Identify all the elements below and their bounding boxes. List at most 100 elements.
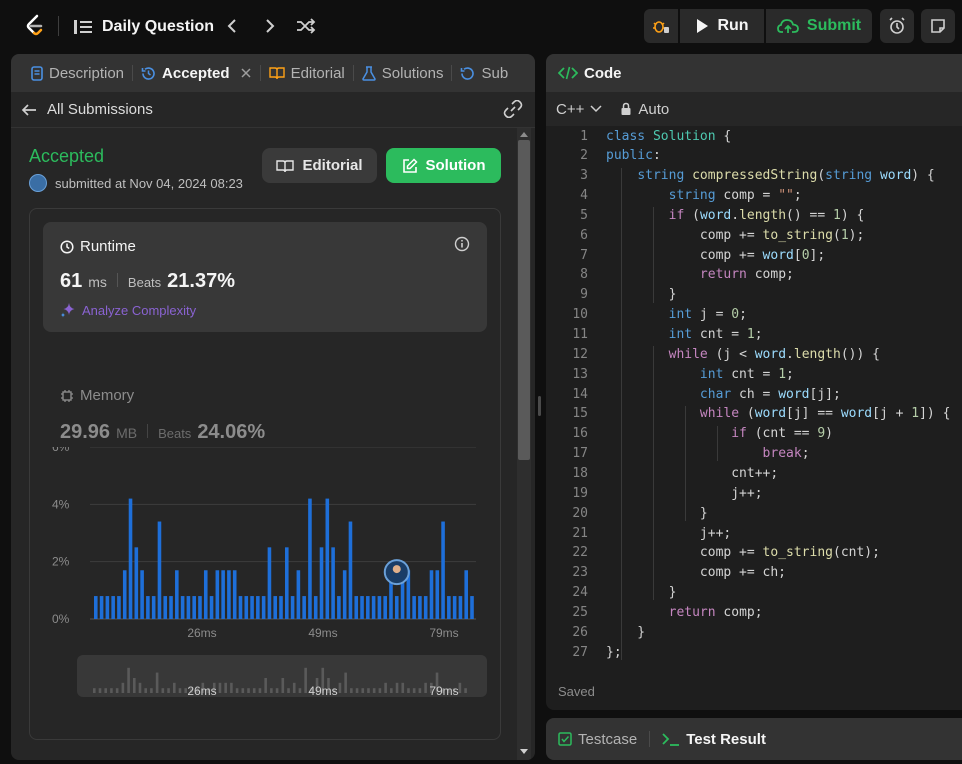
avatar[interactable] bbox=[29, 174, 47, 192]
code-line[interactable]: 1 class Solution { bbox=[546, 126, 962, 146]
memory-title[interactable]: Memory bbox=[60, 387, 134, 404]
run-button[interactable]: Run bbox=[680, 9, 764, 43]
code-line[interactable]: 5 if (word.length() == 1) { bbox=[546, 205, 962, 225]
leetcode-logo[interactable] bbox=[22, 13, 48, 39]
code-line[interactable]: 17 break; bbox=[546, 444, 962, 464]
code-line[interactable]: 7 comp += word[0]; bbox=[546, 245, 962, 265]
code-line[interactable]: 20 } bbox=[546, 503, 962, 523]
navigator-bar bbox=[235, 688, 239, 693]
navigator-bar bbox=[401, 682, 405, 693]
memory-value: 29.96 bbox=[60, 421, 111, 443]
code-text: cnt++; bbox=[606, 465, 779, 481]
tab-label: Editorial bbox=[290, 64, 345, 82]
scrollbar[interactable] bbox=[517, 128, 531, 760]
runtime-values: 61 ms Beats 21.37% bbox=[60, 270, 235, 293]
code-line[interactable]: 4 string comp = ""; bbox=[546, 186, 962, 206]
tab-testcase[interactable]: Testcase bbox=[578, 731, 637, 748]
tab-test-result[interactable]: Test Result bbox=[686, 731, 766, 748]
editor-toolbar: C++ Auto bbox=[546, 92, 962, 126]
code-line[interactable]: 16 if (cnt == 9) bbox=[546, 424, 962, 444]
chart-bar bbox=[302, 596, 306, 619]
scroll-down-icon[interactable] bbox=[519, 748, 529, 756]
chart-bar bbox=[221, 570, 225, 619]
code-line[interactable]: 23 comp += ch; bbox=[546, 563, 962, 583]
alarm-clock-icon bbox=[889, 17, 905, 34]
chevron-down-icon[interactable] bbox=[590, 105, 602, 113]
chart-bar bbox=[238, 596, 243, 619]
random-question-button[interactable] bbox=[294, 14, 318, 38]
code-text: if (cnt == 9) bbox=[731, 426, 833, 442]
run-submit-group: Run Submit bbox=[644, 9, 872, 43]
code-line[interactable]: 2 public: bbox=[546, 146, 962, 166]
code-text: }; bbox=[606, 644, 622, 660]
tab-description[interactable]: Description bbox=[25, 54, 130, 92]
runtime-distribution-chart[interactable]: 6% 4% 2% 0% 26ms 49ms 79ms 26ms 49ms 79ms bbox=[30, 447, 500, 737]
code-line[interactable]: 18 cnt++; bbox=[546, 463, 962, 483]
scrollbar-thumb[interactable] bbox=[518, 140, 530, 460]
chart-bar bbox=[151, 596, 156, 619]
code-line[interactable]: 8 return comp; bbox=[546, 265, 962, 285]
notes-button[interactable] bbox=[921, 9, 955, 43]
history-icon bbox=[141, 66, 155, 80]
debug-button[interactable] bbox=[644, 9, 678, 43]
edit-icon bbox=[402, 157, 418, 173]
scroll-up-icon[interactable] bbox=[519, 130, 529, 138]
tab-accepted[interactable]: Accepted bbox=[135, 54, 258, 92]
tab-solutions[interactable]: Solutions bbox=[356, 54, 450, 92]
code-line[interactable]: 19 j++; bbox=[546, 483, 962, 503]
analyze-complexity-button[interactable]: Analyze Complexity bbox=[60, 302, 196, 318]
code-line[interactable]: 12 while (j < word.length()) { bbox=[546, 344, 962, 364]
solution-button[interactable]: Solution bbox=[386, 148, 501, 183]
code-line[interactable]: 9 } bbox=[546, 285, 962, 305]
runtime-card[interactable]: Runtime 61 ms Beats 21.37% Analyze Compl… bbox=[43, 222, 487, 332]
navigator-bar bbox=[275, 688, 279, 693]
auto-mode[interactable]: Auto bbox=[638, 101, 669, 118]
chart-bar bbox=[105, 596, 110, 619]
code-line[interactable]: 10 int j = 0; bbox=[546, 305, 962, 325]
line-number: 27 bbox=[572, 644, 588, 660]
navigator-bar bbox=[378, 688, 382, 693]
next-question-button[interactable] bbox=[258, 14, 282, 38]
tab-editorial[interactable]: Editorial bbox=[263, 54, 351, 92]
submit-button[interactable]: Submit bbox=[766, 9, 872, 43]
info-icon[interactable] bbox=[454, 236, 470, 252]
code-line[interactable]: 21 j++; bbox=[546, 523, 962, 543]
link-icon[interactable] bbox=[503, 100, 523, 118]
code-line[interactable]: 27}; bbox=[546, 642, 962, 662]
editorial-button[interactable]: Editorial bbox=[262, 148, 377, 183]
arrow-left-icon[interactable] bbox=[21, 103, 37, 117]
code-line[interactable]: 22 comp += to_string(cnt); bbox=[546, 543, 962, 563]
panel-resize-handle[interactable] bbox=[538, 396, 541, 416]
chart-bar bbox=[186, 596, 191, 619]
prev-question-button[interactable] bbox=[220, 14, 244, 38]
code-line[interactable]: 14 char ch = word[j]; bbox=[546, 384, 962, 404]
code-text: char ch = word[j]; bbox=[699, 386, 841, 402]
navigator-bar bbox=[172, 682, 176, 693]
code-editor[interactable]: 1 class Solution {2 public: 3 string compre… bbox=[546, 126, 962, 680]
language-select[interactable]: C++ bbox=[556, 101, 584, 118]
navigator-bar bbox=[292, 682, 296, 693]
problem-list-button[interactable]: Daily Question bbox=[74, 14, 214, 40]
tab-submissions[interactable]: Sub bbox=[454, 54, 514, 92]
code-line[interactable]: 15 while (word[j] == word[j + 1]) { bbox=[546, 404, 962, 424]
indent-guide bbox=[653, 207, 654, 303]
x-tick-label: 26ms bbox=[187, 626, 216, 640]
code-line[interactable]: 24 } bbox=[546, 583, 962, 603]
code-text: int j = 0; bbox=[668, 307, 747, 323]
navigator-bar bbox=[367, 688, 370, 693]
line-number: 2 bbox=[580, 148, 588, 164]
close-icon[interactable] bbox=[240, 67, 252, 79]
all-submissions-link[interactable]: All Submissions bbox=[47, 101, 153, 118]
line-number: 25 bbox=[572, 604, 588, 620]
left-panel: Description Accepted Editorial Solutions… bbox=[11, 54, 535, 760]
navigator-bar bbox=[252, 688, 256, 693]
code-line[interactable]: 3 string compressedString(string word) { bbox=[546, 166, 962, 186]
code-line[interactable]: 25 return comp; bbox=[546, 602, 962, 622]
tab-bar: Description Accepted Editorial Solutions… bbox=[11, 54, 535, 92]
code-line[interactable]: 26 } bbox=[546, 622, 962, 642]
code-line[interactable]: 13 int cnt = 1; bbox=[546, 364, 962, 384]
code-line[interactable]: 6 comp += to_string(1); bbox=[546, 225, 962, 245]
code-text: comp += ch; bbox=[606, 565, 787, 581]
code-line[interactable]: 11 int cnt = 1; bbox=[546, 325, 962, 345]
timer-button[interactable] bbox=[880, 9, 914, 43]
